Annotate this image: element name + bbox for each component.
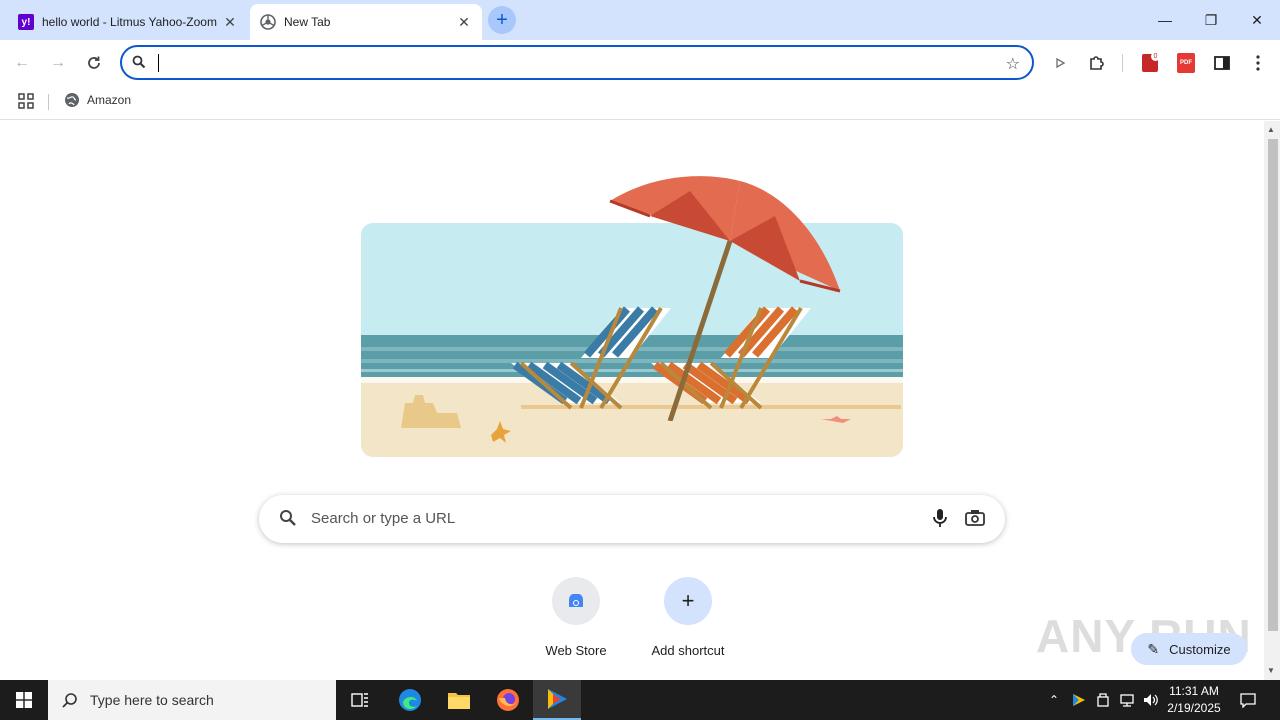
beach-umbrella-image	[609, 176, 841, 421]
tray-device-icon[interactable]	[1092, 680, 1114, 720]
scrollbar-thumb[interactable]	[1268, 139, 1278, 631]
address-input[interactable]	[158, 51, 988, 75]
toolbar-divider	[1122, 54, 1123, 72]
windows-logo-icon	[16, 692, 32, 708]
search-icon	[280, 510, 296, 526]
network-icon[interactable]	[1116, 680, 1138, 720]
search-icon	[132, 55, 146, 69]
address-bar[interactable]: ☆	[120, 45, 1034, 80]
tab-yahoo[interactable]: y! hello world - Litmus Yahoo-Zoom ✕	[8, 4, 248, 40]
reload-button[interactable]	[81, 50, 107, 76]
close-tab-icon[interactable]: ✕	[222, 14, 238, 30]
extension-red-icon[interactable]: 0	[1137, 50, 1163, 76]
bookmark-label: Amazon	[87, 93, 132, 107]
shortcut-label: Add shortcut	[651, 643, 725, 658]
file-explorer-icon[interactable]	[435, 680, 483, 720]
bookmark-amazon[interactable]: Amazon	[64, 92, 131, 108]
tab-new-tab[interactable]: New Tab ✕	[250, 4, 482, 40]
new-tab-page: Search or type a URL Web Store + Add sho…	[0, 121, 1264, 680]
close-tab-icon[interactable]: ✕	[456, 14, 472, 30]
web-store-icon	[552, 577, 600, 625]
system-clock[interactable]: 11:31 AM 2/19/2025	[1160, 683, 1228, 717]
back-button[interactable]: ←	[9, 50, 35, 76]
scroll-down-arrow-icon[interactable]: ▼	[1267, 666, 1275, 675]
tray-app-icon[interactable]	[1068, 680, 1090, 720]
customize-label: Customize	[1169, 641, 1231, 657]
notifications-icon[interactable]	[1234, 680, 1262, 720]
bookmarks-bar: Amazon	[0, 86, 1280, 120]
forward-button[interactable]: →	[45, 50, 71, 76]
edge-browser-icon[interactable]	[386, 680, 434, 720]
reload-icon	[88, 56, 100, 69]
task-view-icon[interactable]	[336, 680, 384, 720]
search-icon	[62, 693, 77, 708]
bookmark-star-icon[interactable]: ☆	[1006, 54, 1020, 74]
taskbar-search-box[interactable]: Type here to search	[48, 680, 336, 720]
tab-title: hello world - Litmus Yahoo-Zoom	[42, 15, 217, 29]
customize-button[interactable]: ✎ Customize	[1131, 633, 1247, 665]
clock-date: 2/19/2025	[1167, 701, 1221, 715]
menu-kebab-icon[interactable]	[1245, 50, 1271, 76]
volume-icon[interactable]	[1140, 680, 1162, 720]
new-tab-button[interactable]: +	[488, 6, 516, 34]
text-caret	[158, 54, 159, 72]
close-window-button[interactable]: ✕	[1234, 0, 1280, 40]
start-button[interactable]	[0, 680, 48, 720]
tab-strip: y! hello world - Litmus Yahoo-Zoom ✕ New…	[0, 0, 1280, 40]
show-hidden-icons-chevron-icon[interactable]: ⌃	[1044, 680, 1064, 720]
chrome-favicon-icon	[260, 14, 276, 30]
scroll-up-arrow-icon[interactable]: ▲	[1267, 125, 1275, 134]
apps-grid-icon[interactable]	[18, 93, 34, 109]
globe-icon	[65, 93, 79, 107]
ntp-search-box[interactable]: Search or type a URL	[259, 495, 1005, 543]
chrome-active-app-icon[interactable]	[533, 680, 581, 720]
tab-title: New Tab	[284, 15, 331, 29]
firefox-icon[interactable]	[484, 680, 532, 720]
shortcut-label: Web Store	[545, 643, 607, 658]
pdf-extension-icon[interactable]: PDF	[1173, 50, 1199, 76]
taskbar-search-placeholder: Type here to search	[90, 692, 214, 708]
camera-lens-icon[interactable]	[965, 509, 985, 527]
toolbar: ← → ☆ 0 PDF	[0, 40, 1280, 86]
plus-icon: +	[664, 577, 712, 625]
extensions-puzzle-icon[interactable]	[1084, 50, 1110, 76]
microphone-icon[interactable]	[933, 508, 947, 528]
media-router-icon[interactable]	[1047, 50, 1073, 76]
windows-taskbar: Type here to search ⌃ 11:31 AM 2/19/2025	[0, 680, 1280, 720]
side-panel-icon[interactable]	[1209, 50, 1235, 76]
page-scrollbar[interactable]: ▲ ▼	[1264, 121, 1280, 680]
bookmarks-divider	[48, 94, 49, 110]
clock-time: 11:31 AM	[1169, 684, 1219, 698]
yahoo-favicon-icon: y!	[18, 14, 34, 30]
shortcut-web-store[interactable]: Web Store	[520, 577, 632, 658]
ntp-search-placeholder: Search or type a URL	[311, 510, 456, 527]
restore-button[interactable]: ❐	[1188, 0, 1234, 40]
shortcut-add[interactable]: + Add shortcut	[632, 577, 744, 658]
minimize-button[interactable]: —	[1142, 0, 1188, 40]
pencil-icon: ✎	[1147, 640, 1160, 657]
